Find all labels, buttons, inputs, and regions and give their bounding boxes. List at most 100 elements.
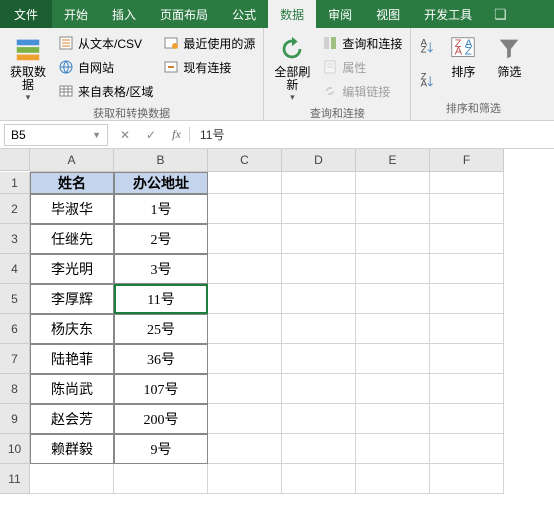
menu-tab-4[interactable]: 数据 [268, 0, 316, 28]
cell-E10[interactable] [356, 434, 430, 464]
refresh-all-button[interactable]: 全部刷新 ▾ [270, 32, 314, 103]
cell-D9[interactable] [282, 404, 356, 434]
row-head-11[interactable]: 11 [0, 464, 30, 494]
queries-conn-button[interactable]: 查询和连接 [320, 32, 404, 54]
cell-D1[interactable] [282, 172, 356, 194]
cell-A10[interactable]: 赖群毅 [30, 434, 114, 464]
cell-B7[interactable]: 36号 [114, 344, 208, 374]
cell-D2[interactable] [282, 194, 356, 224]
cell-C7[interactable] [208, 344, 282, 374]
row-head-9[interactable]: 9 [0, 404, 30, 434]
cell-D10[interactable] [282, 434, 356, 464]
cell-A7[interactable]: 陆艳菲 [30, 344, 114, 374]
row-head-6[interactable]: 6 [0, 314, 30, 344]
cell-D5[interactable] [282, 284, 356, 314]
existing-conn-button[interactable]: 现有连接 [161, 56, 257, 78]
row-head-2[interactable]: 2 [0, 194, 30, 224]
recent-sources-button[interactable]: 最近使用的源 [161, 32, 257, 54]
cell-A1[interactable]: 姓名 [30, 172, 114, 194]
cell-E2[interactable] [356, 194, 430, 224]
menu-tab-1[interactable]: 插入 [100, 0, 148, 28]
cell-F7[interactable] [430, 344, 504, 374]
from-web-button[interactable]: 自网站 [56, 56, 155, 78]
cell-C5[interactable] [208, 284, 282, 314]
cell-F4[interactable] [430, 254, 504, 284]
menu-tab-2[interactable]: 页面布局 [148, 0, 220, 28]
cell-B8[interactable]: 107号 [114, 374, 208, 404]
cell-C1[interactable] [208, 172, 282, 194]
cell-F6[interactable] [430, 314, 504, 344]
cell-E7[interactable] [356, 344, 430, 374]
cell-F3[interactable] [430, 224, 504, 254]
cell-E4[interactable] [356, 254, 430, 284]
row-head-8[interactable]: 8 [0, 374, 30, 404]
sort-desc-button[interactable]: ZA [417, 66, 437, 96]
formula-value[interactable]: 11号 [190, 126, 234, 143]
cell-C6[interactable] [208, 314, 282, 344]
cell-A11[interactable] [30, 464, 114, 494]
cell-B10[interactable]: 9号 [114, 434, 208, 464]
row-head-7[interactable]: 7 [0, 344, 30, 374]
cell-F10[interactable] [430, 434, 504, 464]
menu-tab-6[interactable]: 视图 [364, 0, 412, 28]
cell-B1[interactable]: 办公地址 [114, 172, 208, 194]
cell-A9[interactable]: 赵会芳 [30, 404, 114, 434]
name-box[interactable]: B5 ▼ [4, 124, 108, 146]
cell-E6[interactable] [356, 314, 430, 344]
cell-A2[interactable]: 毕淑华 [30, 194, 114, 224]
cell-B9[interactable]: 200号 [114, 404, 208, 434]
col-head-A[interactable]: A [30, 149, 114, 172]
cell-F11[interactable] [430, 464, 504, 494]
col-head-D[interactable]: D [282, 149, 356, 172]
menu-tab-5[interactable]: 审阅 [316, 0, 364, 28]
cell-D4[interactable] [282, 254, 356, 284]
fx-button[interactable]: fx [164, 127, 190, 142]
menu-tab-3[interactable]: 公式 [220, 0, 268, 28]
cell-C2[interactable] [208, 194, 282, 224]
cell-E1[interactable] [356, 172, 430, 194]
menu-tab-7[interactable]: 开发工具 [412, 0, 484, 28]
sort-asc-button[interactable]: AZ [417, 32, 437, 62]
row-head-3[interactable]: 3 [0, 224, 30, 254]
cell-F1[interactable] [430, 172, 504, 194]
row-head-1[interactable]: 1 [0, 172, 30, 194]
cell-F5[interactable] [430, 284, 504, 314]
cell-C4[interactable] [208, 254, 282, 284]
cell-B11[interactable] [114, 464, 208, 494]
row-head-5[interactable]: 5 [0, 284, 30, 314]
cell-D7[interactable] [282, 344, 356, 374]
cell-D3[interactable] [282, 224, 356, 254]
tell-me-icon[interactable]: ❏ [484, 0, 517, 28]
col-head-E[interactable]: E [356, 149, 430, 172]
cell-A8[interactable]: 陈尚武 [30, 374, 114, 404]
cell-F9[interactable] [430, 404, 504, 434]
cell-C9[interactable] [208, 404, 282, 434]
cell-A3[interactable]: 任继先 [30, 224, 114, 254]
cell-E5[interactable] [356, 284, 430, 314]
cell-E9[interactable] [356, 404, 430, 434]
cell-F8[interactable] [430, 374, 504, 404]
cell-E3[interactable] [356, 224, 430, 254]
cell-D6[interactable] [282, 314, 356, 344]
cell-C11[interactable] [208, 464, 282, 494]
cell-F2[interactable] [430, 194, 504, 224]
col-head-C[interactable]: C [208, 149, 282, 172]
menu-file[interactable]: 文件 [0, 0, 52, 28]
cancel-button[interactable]: ✕ [112, 128, 138, 142]
col-head-B[interactable]: B [114, 149, 208, 172]
enter-button[interactable]: ✓ [138, 128, 164, 142]
cell-E8[interactable] [356, 374, 430, 404]
from-text-csv-button[interactable]: 从文本/CSV [56, 32, 155, 54]
sort-button[interactable]: ZAAZ 排序 [443, 32, 483, 96]
cell-E11[interactable] [356, 464, 430, 494]
get-data-button[interactable]: 获取数 据 ▾ [6, 32, 50, 103]
row-head-10[interactable]: 10 [0, 434, 30, 464]
cell-B5[interactable]: 11号 [114, 284, 208, 314]
col-head-F[interactable]: F [430, 149, 504, 172]
cell-C10[interactable] [208, 434, 282, 464]
cell-D8[interactable] [282, 374, 356, 404]
cell-B6[interactable]: 25号 [114, 314, 208, 344]
cell-A4[interactable]: 李光明 [30, 254, 114, 284]
filter-button[interactable]: 筛选 [489, 32, 529, 96]
select-all-corner[interactable] [0, 149, 30, 171]
